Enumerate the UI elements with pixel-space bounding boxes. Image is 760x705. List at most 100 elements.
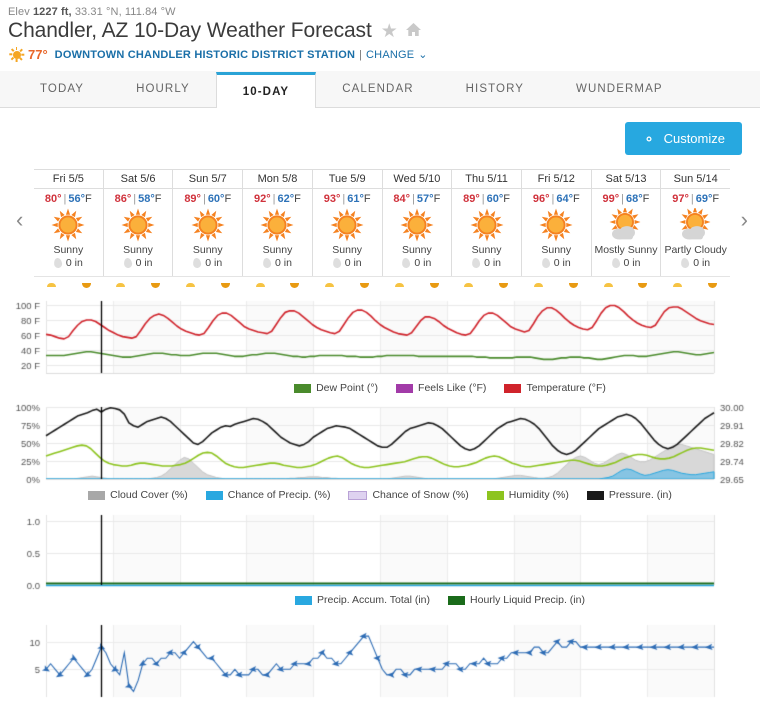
sun-icon bbox=[104, 206, 173, 243]
legend-item[interactable]: Temperature (°F) bbox=[504, 382, 606, 394]
sunset-icon bbox=[360, 282, 370, 288]
forecast-day: Sat 5/13 bbox=[605, 173, 647, 185]
forecast-day: Fri 5/5 bbox=[52, 173, 84, 185]
water-drop-icon bbox=[122, 257, 133, 269]
legend-swatch bbox=[348, 490, 368, 500]
forecast-card[interactable]: Sat 5/13 99° | 68°F Mostly Sunny 0 in bbox=[591, 170, 662, 276]
sun-icon bbox=[243, 206, 312, 243]
sunrise-sunset-row bbox=[34, 279, 730, 291]
sun-cloud-icon bbox=[592, 206, 661, 243]
tab-bar: TODAY HOURLY 10-DAY CALENDAR HISTORY WUN… bbox=[0, 71, 760, 108]
forecast-card[interactable]: Mon 5/8 92° | 62°F Sunny 0 in bbox=[243, 170, 313, 276]
sunset-icon bbox=[220, 282, 230, 288]
temp-unit: F bbox=[433, 193, 441, 205]
latitude: 33.31 °N, bbox=[74, 6, 122, 18]
next-days-arrow[interactable]: › bbox=[741, 207, 748, 233]
legend-item[interactable]: Chance of Precip. (%) bbox=[205, 489, 331, 501]
wind-chart[interactable] bbox=[0, 615, 760, 703]
forecast-temps: 89° | 60°F bbox=[184, 193, 232, 205]
sunrise-icon bbox=[673, 282, 683, 288]
change-station-link[interactable]: CHANGE bbox=[366, 49, 414, 61]
forecast-temps: 96° | 64°F bbox=[532, 193, 580, 205]
star-icon[interactable]: ★ bbox=[381, 22, 398, 41]
precip-amount: 0 in bbox=[205, 257, 223, 269]
sun-cloud-icon bbox=[661, 206, 730, 243]
sun-icon bbox=[173, 206, 242, 243]
high-temp: 99° bbox=[602, 193, 620, 205]
precip-amount: 0 in bbox=[623, 257, 641, 269]
legend-item[interactable]: Dew Point (°) bbox=[294, 382, 378, 394]
sunset-icon bbox=[151, 282, 161, 288]
forecast-card[interactable]: Fri 5/5 80° | 56°F Sunny 0 in bbox=[34, 170, 104, 276]
sunrise-sunset-cell bbox=[34, 279, 104, 291]
legend-swatch bbox=[486, 490, 504, 500]
precipitation-chart-block: Precip. Accum. Total (in) Hourly Liquid P… bbox=[0, 509, 760, 615]
tab-wundermap[interactable]: WUNDERMAP bbox=[550, 72, 689, 107]
legend-label: Hourly Liquid Precip. (in) bbox=[470, 594, 585, 606]
legend-item[interactable]: Precip. Accum. Total (in) bbox=[295, 594, 430, 606]
forecast-card[interactable]: Wed 5/10 84° | 57°F Sunny 0 in bbox=[382, 170, 453, 276]
humidity-pressure-chart[interactable] bbox=[0, 401, 760, 487]
forecast-precip: 0 in bbox=[53, 257, 83, 269]
water-drop-icon bbox=[332, 257, 342, 269]
forecast-card[interactable]: Sun 5/7 89° | 60°F Sunny 0 in bbox=[173, 170, 244, 276]
low-temp: 60° bbox=[207, 193, 225, 205]
sunrise-sunset-cell bbox=[173, 279, 243, 291]
tab-today[interactable]: TODAY bbox=[14, 72, 110, 107]
forecast-condition: Sunny bbox=[262, 244, 293, 256]
customize-button[interactable]: Customize bbox=[624, 122, 742, 155]
forecast-card[interactable]: Fri 5/12 96° | 64°F Sunny 0 in bbox=[521, 170, 592, 276]
home-icon[interactable] bbox=[405, 22, 422, 40]
station-name[interactable]: DOWNTOWN CHANDLER HISTORIC DISTRICT STAT… bbox=[55, 49, 356, 61]
temp-unit: F bbox=[642, 193, 650, 205]
precip-amount: 0 in bbox=[135, 257, 153, 269]
high-temp: 89° bbox=[184, 193, 201, 205]
water-drop-icon bbox=[401, 257, 412, 269]
temp-unit: F bbox=[154, 193, 162, 205]
tab-hourly[interactable]: HOURLY bbox=[110, 72, 216, 107]
elevation-info: Elev 1227 ft, 33.31 °N, 111.84 °W bbox=[0, 0, 760, 18]
tab-calendar[interactable]: CALENDAR bbox=[316, 72, 439, 107]
legend-swatch bbox=[586, 490, 604, 500]
forecast-precip: 0 in bbox=[192, 257, 223, 269]
forecast-temps: 89° | 60°F bbox=[463, 193, 510, 205]
forecast-card[interactable]: Thu 5/11 89° | 60°F Sunny 0 in bbox=[452, 170, 522, 276]
forecast-day: Mon 5/8 bbox=[257, 173, 298, 185]
forecast-precip: 0 in bbox=[680, 257, 710, 269]
forecast-strip: ‹ › Fri 5/5 80° | 56°F Sunny 0 in Sat 5/6 … bbox=[0, 169, 760, 288]
precip-amount: 0 in bbox=[274, 257, 292, 269]
forecast-day: Sat 5/6 bbox=[120, 173, 156, 185]
legend-swatch bbox=[504, 383, 522, 393]
forecast-temps: 93° | 61°F bbox=[323, 193, 371, 205]
legend-item[interactable]: Hourly Liquid Precip. (in) bbox=[448, 594, 585, 606]
tab-history[interactable]: HISTORY bbox=[440, 72, 550, 107]
prev-days-arrow[interactable]: ‹ bbox=[16, 207, 23, 233]
chevron-down-icon[interactable]: ⌄ bbox=[418, 48, 427, 61]
precipitation-chart[interactable] bbox=[0, 509, 760, 591]
sunrise-sunset-cell bbox=[660, 279, 730, 291]
forecast-card[interactable]: Tue 5/9 93° | 61°F Sunny 0 in bbox=[312, 170, 383, 276]
forecast-card[interactable]: Sat 5/6 86° | 58°F Sunny 0 in bbox=[103, 170, 174, 276]
low-temp: 61° bbox=[347, 193, 364, 205]
legend-swatch bbox=[295, 595, 312, 605]
legend-label: Chance of Precip. (%) bbox=[227, 489, 331, 501]
tab-10-day[interactable]: 10-DAY bbox=[215, 72, 317, 108]
forecast-card[interactable]: Sun 5/14 97° | 69°F Partly Cloudy 0 in bbox=[661, 170, 731, 276]
water-drop-icon bbox=[262, 257, 272, 269]
high-temp: 86° bbox=[114, 193, 132, 205]
temperature-chart[interactable] bbox=[0, 297, 760, 379]
forecast-condition: Sunny bbox=[541, 244, 572, 256]
low-temp: 62° bbox=[277, 193, 295, 205]
legend-label: Pressure. (in) bbox=[608, 489, 672, 501]
sun-icon bbox=[9, 47, 25, 62]
water-drop-icon bbox=[610, 257, 621, 269]
temp-unit: F bbox=[363, 193, 371, 205]
legend-item[interactable]: Chance of Snow (%) bbox=[348, 489, 469, 501]
legend-item[interactable]: Humidity (%) bbox=[486, 489, 569, 501]
legend-item[interactable]: Pressure. (in) bbox=[586, 489, 672, 501]
low-temp: 58° bbox=[138, 193, 155, 205]
legend-item[interactable]: Feels Like (°F) bbox=[396, 382, 486, 394]
water-drop-icon bbox=[680, 257, 690, 269]
forecast-precip: 0 in bbox=[541, 257, 571, 269]
legend-item[interactable]: Cloud Cover (%) bbox=[88, 489, 188, 501]
